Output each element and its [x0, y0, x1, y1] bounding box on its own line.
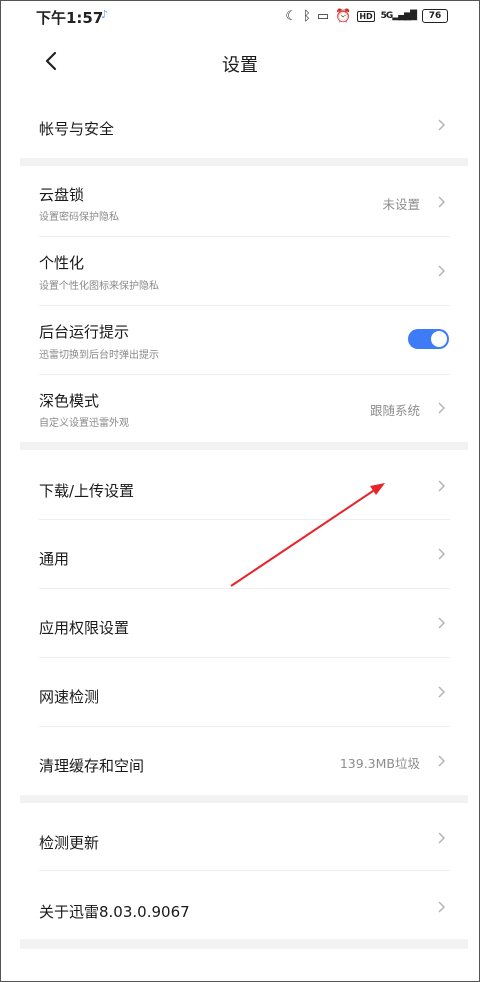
item-label: 网速检测: [39, 688, 100, 706]
settings-item-personalize[interactable]: 个性化 设置个性化图标来保护隐私: [20, 237, 468, 305]
item-value: 跟随系统: [369, 403, 420, 418]
settings-item-speed-test[interactable]: 网速检测: [20, 658, 468, 726]
item-label: 应用权限设置: [39, 619, 130, 637]
item-value: 139.3MB垃圾: [339, 756, 420, 771]
settings-item-account-security[interactable]: 帐号与安全: [20, 92, 468, 158]
item-label: 后台运行提示: [39, 323, 130, 341]
section-gap: [20, 939, 468, 949]
chevron-right-icon: [438, 755, 446, 767]
chevron-right-icon: [438, 901, 446, 913]
chevron-right-icon: [438, 402, 446, 414]
settings-item-download-upload[interactable]: 下载/上传设置: [20, 450, 468, 519]
settings-item-general[interactable]: 通用: [20, 520, 468, 588]
section-gap: [20, 442, 468, 450]
item-description: 迅雷切换到后台时弹出提示: [39, 350, 159, 361]
chevron-right-icon: [438, 548, 446, 560]
toggle-knob: [431, 331, 447, 347]
page-title: 设置: [222, 55, 258, 76]
item-label: 云盘锁: [39, 186, 85, 204]
chevron-right-icon: [438, 480, 446, 492]
item-label: 关于迅雷8.03.0.9067: [39, 903, 190, 921]
chevron-right-icon: [438, 119, 446, 131]
moon-icon: ☾: [285, 8, 298, 24]
item-label: 下载/上传设置: [39, 482, 135, 500]
settings-item-background-run[interactable]: 后台运行提示 迅雷切换到后台时弹出提示: [20, 306, 468, 374]
section-gap: [20, 158, 468, 166]
battery-icon: 76: [422, 9, 448, 23]
item-description: 设置密码保护隐私: [39, 212, 119, 223]
item-value: 未设置: [382, 197, 420, 212]
item-label: 帐号与安全: [39, 120, 115, 138]
chevron-right-icon: [438, 686, 446, 698]
settings-item-clear-cache[interactable]: 清理缓存和空间 139.3MB垃圾: [20, 727, 468, 795]
settings-item-check-update[interactable]: 检测更新: [20, 803, 468, 870]
chevron-right-icon: [438, 196, 446, 208]
status-time: 下午1:57: [36, 9, 104, 27]
status-bar: 下午1:57 ♪ ☾ ᛒ ▭ ⏰ HD 5G▂▄▆█ 76: [0, 0, 480, 32]
settings-item-permissions[interactable]: 应用权限设置: [20, 589, 468, 657]
alarm-icon: ⏰: [335, 8, 352, 24]
item-description: 设置个性化图标来保护隐私: [39, 281, 159, 292]
settings-item-dark-mode[interactable]: 深色模式 自定义设置迅雷外观 跟随系统: [20, 375, 468, 442]
bluetooth-icon: ᛒ: [303, 8, 311, 24]
chevron-right-icon: [438, 832, 446, 844]
chevron-right-icon: [438, 617, 446, 629]
signal-icon: 5G▂▄▆█: [380, 11, 417, 21]
background-run-toggle[interactable]: [408, 329, 449, 349]
settings-item-about[interactable]: 关于迅雷8.03.0.9067: [20, 871, 468, 939]
nfc-icon: ▭: [316, 8, 330, 24]
item-label: 通用: [39, 550, 70, 568]
settings-item-cloud-lock[interactable]: 云盘锁 设置密码保护隐私 未设置: [20, 166, 468, 236]
item-label: 深色模式: [39, 392, 100, 410]
hd-icon: HD: [357, 10, 375, 22]
item-label: 个性化: [39, 254, 85, 272]
item-description: 自定义设置迅雷外观: [39, 418, 129, 429]
item-label: 清理缓存和空间: [39, 757, 145, 775]
music-note-icon: ♪: [101, 8, 109, 21]
item-label: 检测更新: [39, 834, 100, 852]
page-header: 设置: [0, 40, 480, 84]
chevron-right-icon: [438, 265, 446, 277]
status-icons: ☾ ᛒ ▭ ⏰ HD 5G▂▄▆█ 76: [285, 6, 448, 26]
section-gap: [20, 795, 468, 803]
